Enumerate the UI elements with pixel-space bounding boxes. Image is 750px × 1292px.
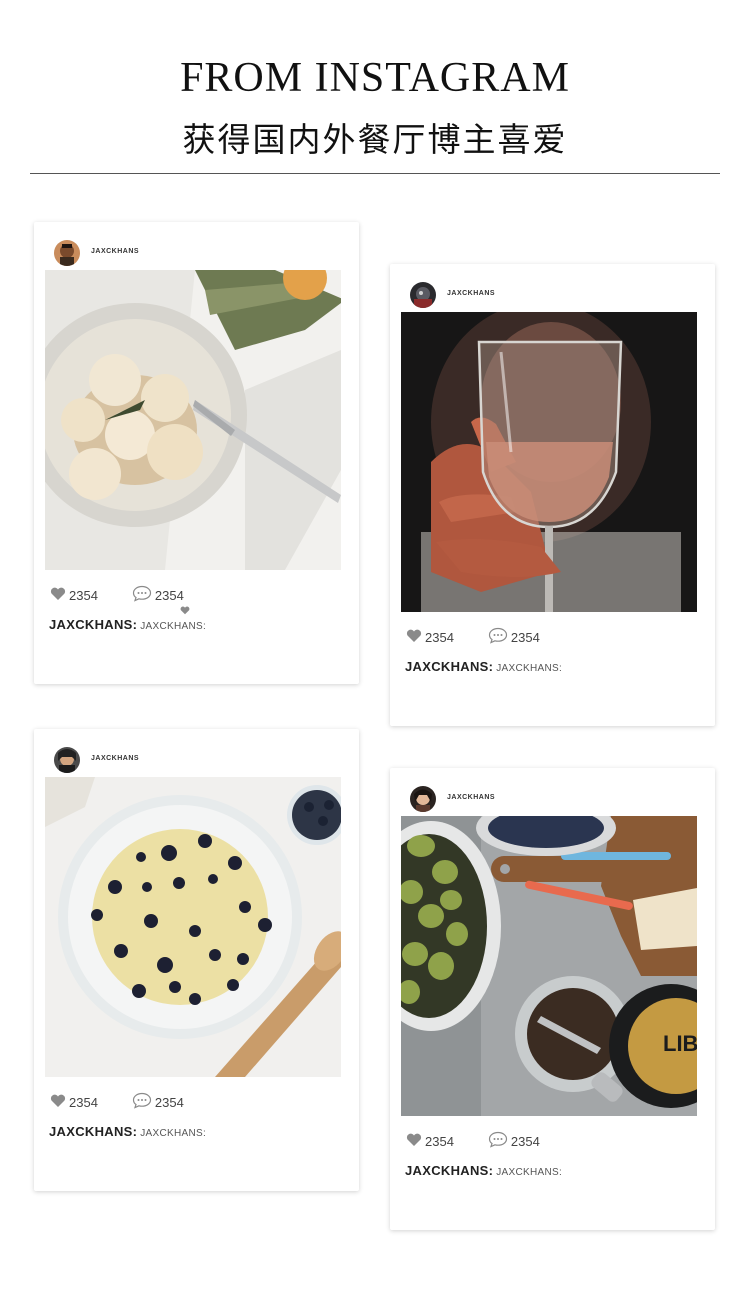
like-count: 2354 xyxy=(69,587,98,603)
post-caption: JAXCKHANS: JAXCKHANS: xyxy=(405,1163,562,1178)
comment-count: 2354 xyxy=(510,629,540,645)
comment-stat[interactable]: 2354 xyxy=(132,585,184,605)
like-count: 2354 xyxy=(425,629,454,645)
like-stat[interactable]: 2354 xyxy=(406,1133,454,1150)
post-photo[interactable] xyxy=(45,270,341,570)
post-photo[interactable] xyxy=(45,777,341,1077)
comment-bubble-icon[interactable] xyxy=(488,627,508,647)
like-count: 2354 xyxy=(425,1133,454,1149)
post-photo[interactable] xyxy=(401,312,697,612)
post-stats: 2354 2354 xyxy=(406,1131,540,1151)
post-stats: 2354 2354 xyxy=(50,585,184,605)
post-username[interactable]: JAXCKHANS xyxy=(447,290,495,297)
avatar[interactable] xyxy=(410,786,436,812)
comment-stat[interactable]: 2354 xyxy=(132,1092,184,1112)
post-username[interactable]: JAXCKHANS xyxy=(91,755,139,762)
like-stat[interactable]: 2354 xyxy=(50,587,98,604)
post-card[interactable]: JAXCKHANS LIB 2354 2354 JAXCKHANS: JAXCK… xyxy=(390,768,715,1230)
comment-bubble-icon[interactable] xyxy=(132,1092,152,1112)
page-title: FROM INSTAGRAM xyxy=(180,55,570,101)
caption-text: JAXCKHANS: xyxy=(140,621,207,632)
post-username[interactable]: JAXCKHANS xyxy=(447,794,495,801)
comment-bubble-icon[interactable] xyxy=(132,585,152,605)
page-subtitle: 获得国内外餐厅博主喜爱 xyxy=(182,120,568,159)
like-stat[interactable]: 2354 xyxy=(406,629,454,646)
caption-username[interactable]: JAXCKHANS: xyxy=(49,1124,137,1139)
caption-text: JAXCKHANS: xyxy=(140,1128,207,1139)
post-card[interactable]: JAXCKHANS 2354 2354 JAXCKHANS: JAXCKHANS… xyxy=(390,264,715,726)
comment-stat[interactable]: 2354 xyxy=(488,1131,540,1151)
comment-bubble-icon[interactable] xyxy=(488,1131,508,1151)
like-count: 2354 xyxy=(69,1094,98,1110)
post-stats: 2354 2354 xyxy=(50,1092,184,1112)
post-username[interactable]: JAXCKHANS xyxy=(91,248,139,255)
avatar[interactable] xyxy=(54,240,80,266)
comment-stat[interactable]: 2354 xyxy=(488,627,540,647)
post-stats: 2354 2354 xyxy=(406,627,540,647)
comment-count: 2354 xyxy=(154,1094,184,1110)
avatar[interactable] xyxy=(410,282,436,308)
post-caption: JAXCKHANS: JAXCKHANS: xyxy=(49,617,206,632)
caption-username[interactable]: JAXCKHANS: xyxy=(405,1163,493,1178)
post-card[interactable]: JAXCKHANS 2354 2354 JAXCKHANS: JAXCKHANS… xyxy=(34,729,359,1191)
comment-count: 2354 xyxy=(510,1133,540,1149)
post-caption: JAXCKHANS: JAXCKHANS: xyxy=(49,1124,206,1139)
heart-icon[interactable] xyxy=(406,1133,422,1150)
post-photo[interactable]: LIB xyxy=(401,816,697,1116)
caption-username[interactable]: JAXCKHANS: xyxy=(405,659,493,674)
heart-icon[interactable] xyxy=(406,629,422,646)
svg-text:LIB: LIB xyxy=(663,1031,697,1056)
caption-text: JAXCKHANS: xyxy=(496,663,563,674)
post-caption: JAXCKHANS: JAXCKHANS: xyxy=(405,659,562,674)
heart-icon[interactable] xyxy=(50,1094,66,1111)
avatar[interactable] xyxy=(54,747,80,773)
post-card[interactable]: JAXCKHANS 2354 2354 JAXCKHANS: JAXCKHANS… xyxy=(34,222,359,684)
header-divider xyxy=(30,173,720,174)
caption-username[interactable]: JAXCKHANS: xyxy=(49,617,137,632)
caption-text: JAXCKHANS: xyxy=(496,1167,563,1178)
comment-count: 2354 xyxy=(154,587,184,603)
heart-icon[interactable] xyxy=(50,587,66,604)
like-stat[interactable]: 2354 xyxy=(50,1094,98,1111)
